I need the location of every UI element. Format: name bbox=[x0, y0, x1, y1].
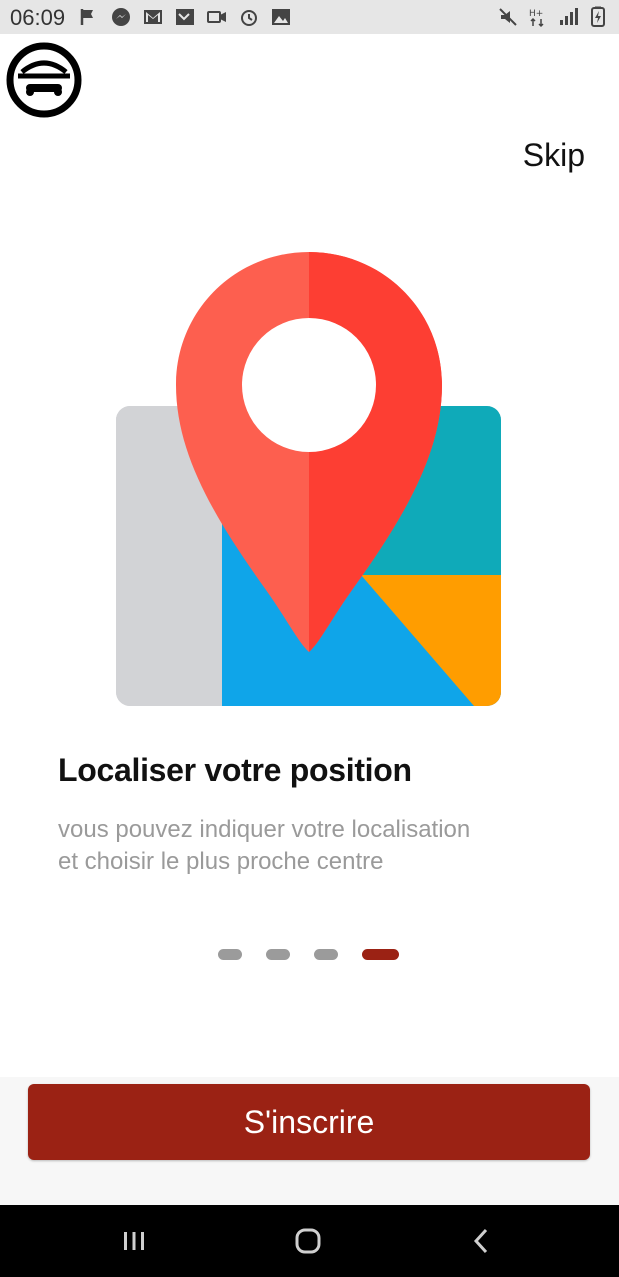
status-time: 06:09 bbox=[10, 5, 66, 30]
back-icon[interactable] bbox=[464, 1223, 500, 1259]
gmail-icon bbox=[144, 10, 162, 24]
description-line-1: vous pouvez indiquer votre localisation bbox=[58, 816, 471, 843]
signup-button[interactable]: S'inscrire bbox=[28, 1084, 590, 1160]
page-dot-1[interactable] bbox=[218, 949, 242, 960]
skip-button[interactable]: Skip bbox=[523, 137, 585, 174]
network-hplus-icon: H+ bbox=[529, 9, 544, 28]
signal-icon bbox=[560, 8, 578, 25]
page-indicator bbox=[218, 949, 399, 960]
page-dot-4-active[interactable] bbox=[362, 949, 399, 960]
description-line-2: et choisir le plus proche centre bbox=[58, 848, 384, 875]
alarm-icon bbox=[241, 10, 257, 26]
app-logo-icon bbox=[6, 42, 82, 118]
mute-icon bbox=[499, 8, 517, 26]
status-bar: 06:09 H+ bbox=[0, 0, 619, 34]
svg-text:H+: H+ bbox=[529, 9, 543, 19]
video-icon bbox=[207, 11, 226, 23]
recents-icon[interactable] bbox=[116, 1223, 152, 1259]
home-icon[interactable] bbox=[290, 1223, 326, 1259]
page-dot-2[interactable] bbox=[266, 949, 290, 960]
notification-icons bbox=[78, 6, 292, 28]
gallery-icon bbox=[272, 9, 290, 25]
messenger-icon bbox=[112, 8, 130, 26]
missed-call-icon bbox=[176, 9, 194, 25]
flag-icon bbox=[80, 9, 93, 25]
battery-icon bbox=[591, 6, 605, 27]
page-dot-3[interactable] bbox=[314, 949, 338, 960]
system-icons: H+ bbox=[497, 6, 609, 28]
map-pin-illustration bbox=[116, 252, 501, 706]
onboarding-description: vous pouvez indiquer votre localisation … bbox=[58, 814, 578, 878]
navigation-bar bbox=[0, 1205, 619, 1277]
onboarding-title: Localiser votre position bbox=[58, 752, 412, 788]
